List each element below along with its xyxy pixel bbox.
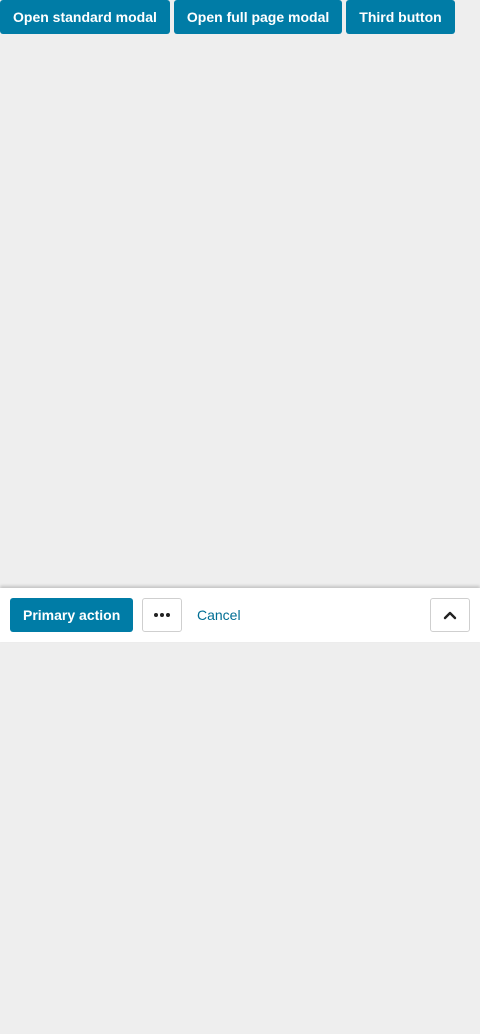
ellipsis-icon — [154, 613, 170, 617]
third-button[interactable]: Third button — [346, 0, 455, 34]
open-full-page-modal-button[interactable]: Open full page modal — [173, 0, 343, 34]
open-standard-modal-button[interactable]: Open standard modal — [0, 0, 170, 34]
primary-action-button[interactable]: Primary action — [10, 598, 134, 632]
more-actions-button[interactable] — [142, 598, 182, 632]
top-button-bar: Open standard modal Open full page modal… — [0, 0, 455, 34]
chevron-up-icon — [443, 611, 457, 620]
collapse-button[interactable] — [430, 598, 470, 632]
action-bar: Primary action Cancel — [0, 588, 480, 642]
cancel-link[interactable]: Cancel — [197, 598, 241, 632]
